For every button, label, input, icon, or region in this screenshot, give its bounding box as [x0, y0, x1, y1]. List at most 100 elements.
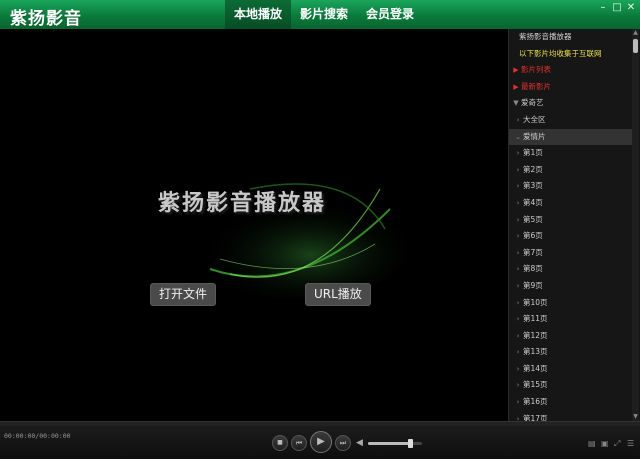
sidebar-item[interactable]: › 第12页 [509, 328, 634, 345]
sidebar-item-label: 第17页 [523, 413, 548, 421]
sidebar-item[interactable]: › 第13页 [509, 344, 634, 361]
close-icon[interactable]: ✕ [626, 3, 636, 13]
volume-icon[interactable]: ◀ [356, 438, 363, 448]
expand-arrow-icon: › [516, 165, 520, 174]
expand-arrow-icon: ⌄ [515, 132, 521, 141]
sidebar-item-label: 大全区 [523, 114, 546, 124]
sidebar-item-label: 第16页 [523, 397, 548, 407]
sidebar-item-label: 第9页 [523, 280, 543, 290]
prev-button[interactable]: ⏮ [291, 435, 307, 451]
expand-arrow-icon: › [516, 115, 520, 124]
sidebar-item-label: 第2页 [523, 164, 543, 174]
sidebar-item[interactable]: › 第3页 [509, 178, 634, 195]
scroll-up-icon[interactable]: ▲ [632, 29, 639, 37]
sidebar-item[interactable]: › 第16页 [509, 394, 634, 411]
sidebar-item[interactable]: › 第7页 [509, 245, 634, 262]
scroll-down-icon[interactable]: ▼ [632, 413, 639, 421]
sidebar-item[interactable]: ⌄ 爱情片 [509, 128, 634, 146]
sidebar-item[interactable]: › 第11页 [509, 311, 634, 328]
fullscreen-icon[interactable]: ⤢ [614, 439, 620, 449]
menu-icon[interactable]: ☰ [627, 439, 634, 448]
window-controls: – □ ✕ [598, 3, 636, 13]
sidebar-item[interactable]: › 第5页 [509, 212, 634, 229]
sidebar-item[interactable]: › 第8页 [509, 261, 634, 278]
sidebar-item[interactable]: › 第1页 [509, 145, 634, 162]
scrollbar[interactable]: ▲ ▼ [632, 29, 639, 421]
minimize-icon[interactable]: – [598, 3, 608, 13]
expand-arrow-icon: › [516, 215, 520, 224]
nav-tabs: 本地播放 影片搜索 会员登录 [225, 0, 423, 29]
expand-arrow-icon: › [516, 315, 520, 324]
screen-icon[interactable]: ▣ [601, 439, 609, 448]
expand-arrow-icon: › [516, 381, 520, 390]
sidebar-item-label: 第13页 [523, 347, 548, 357]
expand-arrow-icon: ▶ [513, 66, 519, 75]
expand-arrow-icon: › [516, 265, 520, 274]
sidebar-item-label: 紫扬影音播放器 [519, 32, 572, 41]
sidebar-item-label: 最新影片 [521, 81, 551, 91]
sidebar-item-label: 第5页 [523, 214, 543, 224]
open-file-button[interactable]: 打开文件 [150, 283, 217, 306]
control-bar: 00:00:00/00:00:00 ■ ⏮ ▶ ⏭ ◀ ▤ ▣ ⤢ ☰ [0, 426, 640, 459]
sidebar-item-label: 以下影片均收集于互联网 [519, 48, 602, 58]
sidebar-item-label: 第6页 [523, 231, 543, 241]
sidebar-item[interactable]: › 第2页 [509, 162, 634, 179]
sidebar-item-label: 第3页 [523, 181, 543, 191]
app-title: 紫扬影音 [10, 9, 82, 29]
playlist-icon[interactable]: ▤ [588, 439, 596, 448]
next-button[interactable]: ⏭ [335, 435, 351, 451]
playlist-sidebar: 紫扬影音播放器 以下影片均收集于互联网 ▶ 影片列表 ▶ 最新影片 ▼ 爱奇艺 › 大全区 ⌄ 爱情片… [508, 29, 640, 421]
expand-arrow-icon: › [516, 232, 520, 241]
sidebar-item-label: 第4页 [523, 197, 543, 207]
sidebar-item-label: 影片列表 [521, 65, 551, 75]
expand-arrow-icon: › [516, 198, 520, 207]
sidebar-item[interactable]: ▼ 爱奇艺 [509, 95, 634, 112]
sidebar-item-label: 第1页 [523, 148, 543, 158]
play-button[interactable]: ▶ [310, 431, 332, 453]
sidebar-item[interactable]: › 第10页 [509, 295, 634, 312]
sidebar-item-label: 第7页 [523, 247, 543, 257]
sidebar-item-label: 爱奇艺 [521, 98, 544, 108]
sidebar-item[interactable]: ▶ 最新影片 [509, 79, 634, 96]
sidebar-item-label: 第10页 [523, 297, 548, 307]
sidebar-item[interactable]: › 第4页 [509, 195, 634, 212]
time-display: 00:00:00/00:00:00 [4, 432, 71, 440]
sidebar-item[interactable]: › 第15页 [509, 377, 634, 394]
sidebar-item-label: 第12页 [523, 330, 548, 340]
expand-arrow-icon: › [516, 248, 520, 257]
scrollbar-thumb[interactable] [633, 39, 638, 53]
sidebar-item[interactable]: › 第9页 [509, 278, 634, 295]
expand-arrow-icon: › [516, 364, 520, 373]
volume-slider[interactable] [368, 439, 422, 448]
tab-member-login[interactable]: 会员登录 [357, 0, 423, 29]
sidebar-item[interactable]: › 第14页 [509, 361, 634, 378]
expand-arrow-icon: ▶ [513, 82, 519, 91]
sidebar-item[interactable]: › 第6页 [509, 228, 634, 245]
stop-button[interactable]: ■ [272, 435, 288, 451]
expand-arrow-icon: › [516, 331, 520, 340]
sidebar-item[interactable]: 以下影片均收集于互联网 [509, 46, 634, 63]
expand-arrow-icon: › [516, 414, 520, 421]
video-area[interactable]: 紫扬影音播放器 打开文件 URL播放 [0, 29, 508, 421]
expand-arrow-icon: › [516, 149, 520, 158]
expand-arrow-icon: › [516, 298, 520, 307]
sidebar-item[interactable]: › 第17页 [509, 411, 634, 421]
playlist-tree: 紫扬影音播放器 以下影片均收集于互联网 ▶ 影片列表 ▶ 最新影片 ▼ 爱奇艺 › 大全区 ⌄ 爱情片… [509, 29, 634, 421]
maximize-icon[interactable]: □ [612, 3, 622, 13]
tab-local-play[interactable]: 本地播放 [225, 0, 292, 29]
sidebar-item-label: 爱情片 [523, 131, 546, 141]
sidebar-item-label: 第15页 [523, 380, 548, 390]
title-bar: 紫扬影音 本地播放 影片搜索 会员登录 – □ ✕ [0, 0, 640, 29]
sidebar-item-label: 第14页 [523, 363, 548, 373]
volume-knob[interactable] [408, 439, 414, 448]
expand-arrow-icon: ▼ [513, 99, 519, 108]
sidebar-item[interactable]: 紫扬影音播放器 [509, 29, 634, 46]
expand-arrow-icon: › [516, 398, 520, 407]
volume-fill [368, 442, 412, 445]
tab-movie-search[interactable]: 影片搜索 [291, 0, 357, 29]
sidebar-item[interactable]: ▶ 影片列表 [509, 62, 634, 79]
sidebar-item[interactable]: › 大全区 [509, 112, 634, 129]
expand-arrow-icon: › [516, 182, 520, 191]
url-play-button[interactable]: URL播放 [305, 283, 371, 306]
sidebar-item-label: 第11页 [523, 314, 548, 324]
